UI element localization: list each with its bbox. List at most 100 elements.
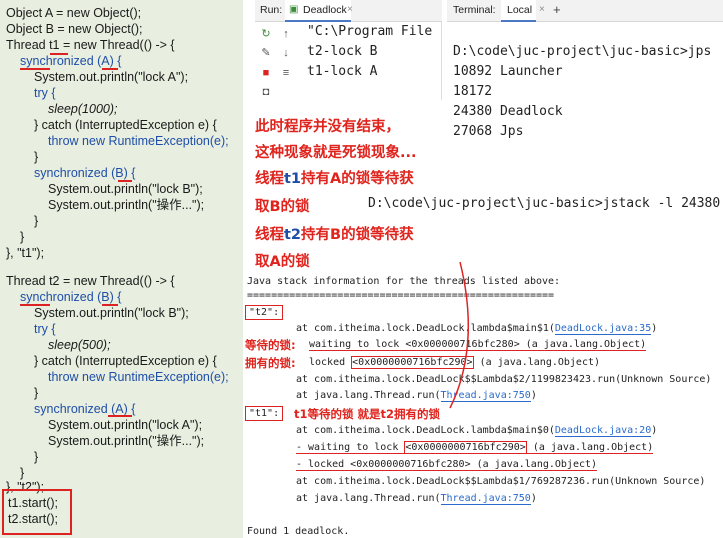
code-line: synchronized (A) { (20, 54, 122, 68)
stack-line: at java.lang.Thread.run(Thread.java:750) (296, 493, 537, 505)
wrench-icon[interactable]: ✎ (259, 46, 273, 60)
annotation-line: 取B的锁 (255, 199, 310, 215)
annotation-text: 线程 (255, 171, 284, 187)
code-line: } (34, 150, 39, 164)
annotation-thread-name: t2 (284, 227, 302, 243)
red-underline (20, 68, 50, 70)
terminal-label: Terminal: (453, 4, 496, 16)
stack-line: - locked <0x0000000716bfc280> (a java.la… (296, 459, 598, 471)
terminal-line: 27068 Jps (453, 124, 524, 139)
tab-local[interactable]: Local (501, 0, 537, 22)
stack-text: ) (530, 493, 537, 504)
code-line: Thread t1 = new Thread(() -> { (6, 38, 175, 52)
code-line: sleep(1000); (48, 102, 118, 116)
run-config-icon: ▣ (289, 4, 299, 15)
code-line: System.out.println("lock A"); (34, 70, 189, 84)
code-line: } catch (InterruptedException e) { (34, 354, 217, 368)
stack-text: at java.lang.Thread.run( (296, 493, 441, 504)
tab-deadlock-label: Deadlock (303, 4, 347, 16)
annotation-line: 线程t1持有A的锁等待获 (255, 167, 414, 188)
down-arrow-icon[interactable]: ↓ (279, 46, 293, 60)
annotation-line: 线程t2持有B的锁等待获 (255, 223, 414, 244)
connector-arrow (449, 261, 470, 409)
holding-lock-label: 拥有的锁: (245, 356, 296, 370)
code-line: } (20, 230, 25, 244)
code-line: try { (34, 86, 56, 100)
jstack-command: D:\code\juc-project\juc-basic>jstack -l … (368, 196, 721, 211)
thread-t1-label: "t1": (245, 406, 284, 421)
stack-text: - waiting to lock (296, 442, 405, 453)
code-line: }, "t1"); (6, 246, 45, 260)
tab-deadlock[interactable]: ▣ Deadlock (285, 0, 351, 22)
tab-local-label: Local (507, 4, 533, 16)
console-line: t2-lock B (307, 44, 378, 59)
stack-header: Java stack information for the threads l… (247, 276, 561, 287)
up-arrow-icon[interactable]: ↑ (279, 27, 293, 41)
code-line: } (34, 214, 39, 228)
annotation-text: 持有A的锁等待获 (301, 171, 414, 187)
code-line: try { (34, 322, 56, 336)
close-icon[interactable]: × (539, 4, 545, 15)
code-line: } (34, 450, 39, 464)
red-underline (102, 68, 118, 70)
stack-text: (a java.lang.Object) (526, 442, 654, 453)
annotation-line: 取A的锁 (255, 254, 310, 270)
code-line: System.out.println("操作..."); (48, 434, 205, 448)
source-link[interactable]: DeadLock.java:20 (554, 425, 652, 437)
console-text: t1-lock A (307, 64, 378, 79)
code-line: synchronized (B) { (20, 290, 122, 304)
waiting-lock-label: 等待的锁: (245, 338, 296, 352)
code-line: System.out.println("lock B"); (34, 306, 189, 320)
stack-text: ) (651, 323, 658, 334)
code-line: sleep(500); (48, 338, 111, 352)
stop-icon[interactable]: ■ (259, 66, 273, 80)
close-icon[interactable]: × (347, 4, 353, 15)
stack-rule: ========================================… (247, 290, 555, 301)
run-label: Run: (260, 4, 283, 16)
red-underline (50, 53, 68, 55)
camera-icon[interactable]: ◘ (259, 85, 273, 99)
add-tab-button[interactable]: + (553, 2, 561, 17)
code-editor-panel: Object A = new Object(); Object B = new … (0, 0, 243, 538)
stack-line: at java.lang.Thread.run(Thread.java:750) (296, 390, 537, 402)
code-line: System.out.println("lock B"); (48, 182, 203, 196)
stack-text: ) (651, 425, 658, 436)
source-link[interactable]: DeadLock.java:35 (554, 323, 652, 335)
code-line: System.out.println("操作..."); (48, 198, 205, 212)
run-panel: Run: ▣ Deadlock × ↻ ✎ ■ ◘ ↑ ↓ ≡ "C:\Prog… (255, 0, 442, 100)
t1-note: t1等待的锁 就是t2拥有的锁 (294, 407, 441, 421)
source-link[interactable]: Thread.java:750 (440, 493, 531, 505)
annotation-text: 持有B的锁等待获 (301, 227, 414, 243)
terminal-line: 10892 Launcher (453, 64, 563, 79)
annotation-text: 线程 (255, 227, 284, 243)
stack-text: at com.itheima.lock.DeadLock.lambda$main… (296, 323, 555, 334)
stack-line: at com.itheima.lock.DeadLock$$Lambda$2/1… (296, 374, 712, 385)
console-line: "C:\Program File (307, 24, 433, 39)
rerun-icon[interactable]: ↻ (259, 27, 273, 41)
code-line: synchronized (B) { (34, 166, 136, 180)
code-line: throw new RuntimeException(e); (48, 134, 229, 148)
stack-text: (a java.lang.Object) (473, 357, 601, 368)
stack-line: at com.itheima.lock.DeadLock$$Lambda$1/7… (296, 476, 706, 487)
red-underline (20, 304, 50, 306)
stack-text: ) (530, 390, 537, 401)
run-tab-bar: Run: ▣ Deadlock × (255, 0, 442, 22)
terminal-line: D:\code\juc-project\juc-basic>jps (453, 44, 712, 59)
terminal-panel: Terminal: Local × + D:\code\juc-project\… (447, 0, 723, 148)
red-underline (108, 415, 132, 417)
code-line: } (34, 386, 39, 400)
annotation-thread-name: t1 (284, 171, 302, 187)
terminal-line: 24380 Deadlock (453, 104, 563, 119)
terminal-tab-bar: Terminal: Local × + (447, 0, 723, 22)
code-line: } catch (InterruptedException e) { (34, 118, 217, 132)
deadlock-found-text: Found 1 deadlock. (247, 526, 350, 537)
console-line: t1-lock A (307, 64, 377, 79)
start-highlight-box (2, 489, 72, 535)
stack-text: locked (309, 357, 352, 368)
soft-wrap-icon[interactable]: ≡ (279, 66, 293, 80)
annotation-line: 这种现象就是死锁现象... (255, 145, 417, 161)
code-line: System.out.println("lock A"); (48, 418, 203, 432)
stack-line: - waiting to lock <0x0000000716bfc290> (… (296, 441, 654, 454)
terminal-line: 18172 (453, 84, 493, 99)
code-line: Thread t2 = new Thread(() -> { (6, 274, 175, 288)
